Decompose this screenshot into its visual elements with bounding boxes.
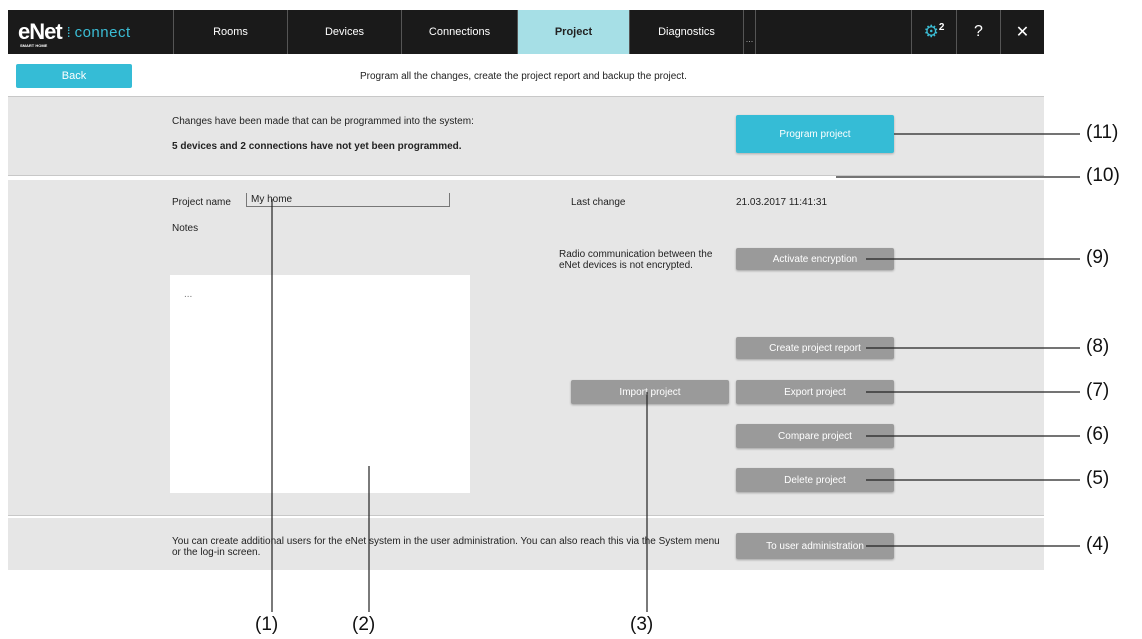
- logo-dots-icon: ⁞: [66, 24, 71, 40]
- program-info-text: Changes have been made that can be progr…: [172, 116, 474, 127]
- tab-devices[interactable]: Devices: [288, 10, 402, 54]
- callout-6: (6): [1086, 424, 1110, 445]
- delete-project-button[interactable]: Delete project: [736, 468, 894, 492]
- tab-more[interactable]: ...: [744, 10, 756, 54]
- tab-project[interactable]: Project: [518, 10, 630, 54]
- tab-diagnostics[interactable]: Diagnostics: [630, 10, 744, 54]
- callout-3: (3): [630, 614, 654, 635]
- project-name-input[interactable]: [246, 193, 450, 207]
- nav-spacer: [756, 10, 912, 54]
- callout-9: (9): [1086, 247, 1110, 268]
- notes-label: Notes: [172, 223, 199, 234]
- callout-8: (8): [1086, 336, 1110, 357]
- logo-enet-text: eNet SMART HOME: [18, 19, 63, 48]
- page-description: Program all the changes, create the proj…: [360, 71, 687, 82]
- back-button[interactable]: Back: [16, 64, 132, 88]
- callout-5: (5): [1086, 468, 1110, 489]
- tab-connections[interactable]: Connections: [402, 10, 518, 54]
- help-icon: ?: [974, 23, 983, 40]
- encryption-status-text: Radio communication between the eNet dev…: [559, 249, 713, 271]
- callout-4: (4): [1086, 534, 1110, 555]
- activate-encryption-button[interactable]: Activate encryption: [736, 248, 894, 270]
- top-nav-bar: eNet SMART HOME ⁞ connect Rooms Devices C…: [8, 10, 1044, 54]
- logo-tagline: SMART HOME: [20, 43, 48, 48]
- gear-icon: ⚙: [923, 22, 939, 41]
- callout-10: (10): [1086, 165, 1120, 186]
- callout-7: (7): [1086, 380, 1110, 401]
- help-button[interactable]: ?: [956, 10, 1000, 54]
- user-admin-text: You can create additional users for the …: [172, 536, 720, 558]
- settings-button[interactable]: ⚙ 2: [912, 10, 956, 54]
- callout-11: (11): [1086, 122, 1119, 143]
- logo-connect-text: connect: [74, 23, 131, 41]
- notes-textarea[interactable]: [170, 275, 470, 493]
- close-icon: ✕: [1015, 24, 1030, 41]
- project-name-label: Project name: [172, 197, 231, 208]
- settings-badge: 2: [938, 21, 945, 33]
- last-change-label: Last change: [571, 197, 626, 208]
- user-administration-button[interactable]: To user administration: [736, 533, 894, 559]
- callout-2: (2): [352, 614, 376, 635]
- tab-rooms[interactable]: Rooms: [174, 10, 288, 54]
- create-project-report-button[interactable]: Create project report: [736, 337, 894, 359]
- program-project-button[interactable]: Program project: [736, 115, 894, 153]
- export-project-button[interactable]: Export project: [736, 380, 894, 404]
- last-change-value: 21.03.2017 11:41:31: [736, 197, 828, 208]
- enet-connect-logo: eNet SMART HOME ⁞ connect: [8, 10, 174, 54]
- close-button[interactable]: ✕: [1000, 10, 1044, 54]
- compare-project-button[interactable]: Compare project: [736, 424, 894, 448]
- import-project-button[interactable]: Import project: [571, 380, 729, 404]
- callout-1: (1): [255, 614, 279, 635]
- program-status-text: 5 devices and 2 connections have not yet…: [172, 141, 462, 152]
